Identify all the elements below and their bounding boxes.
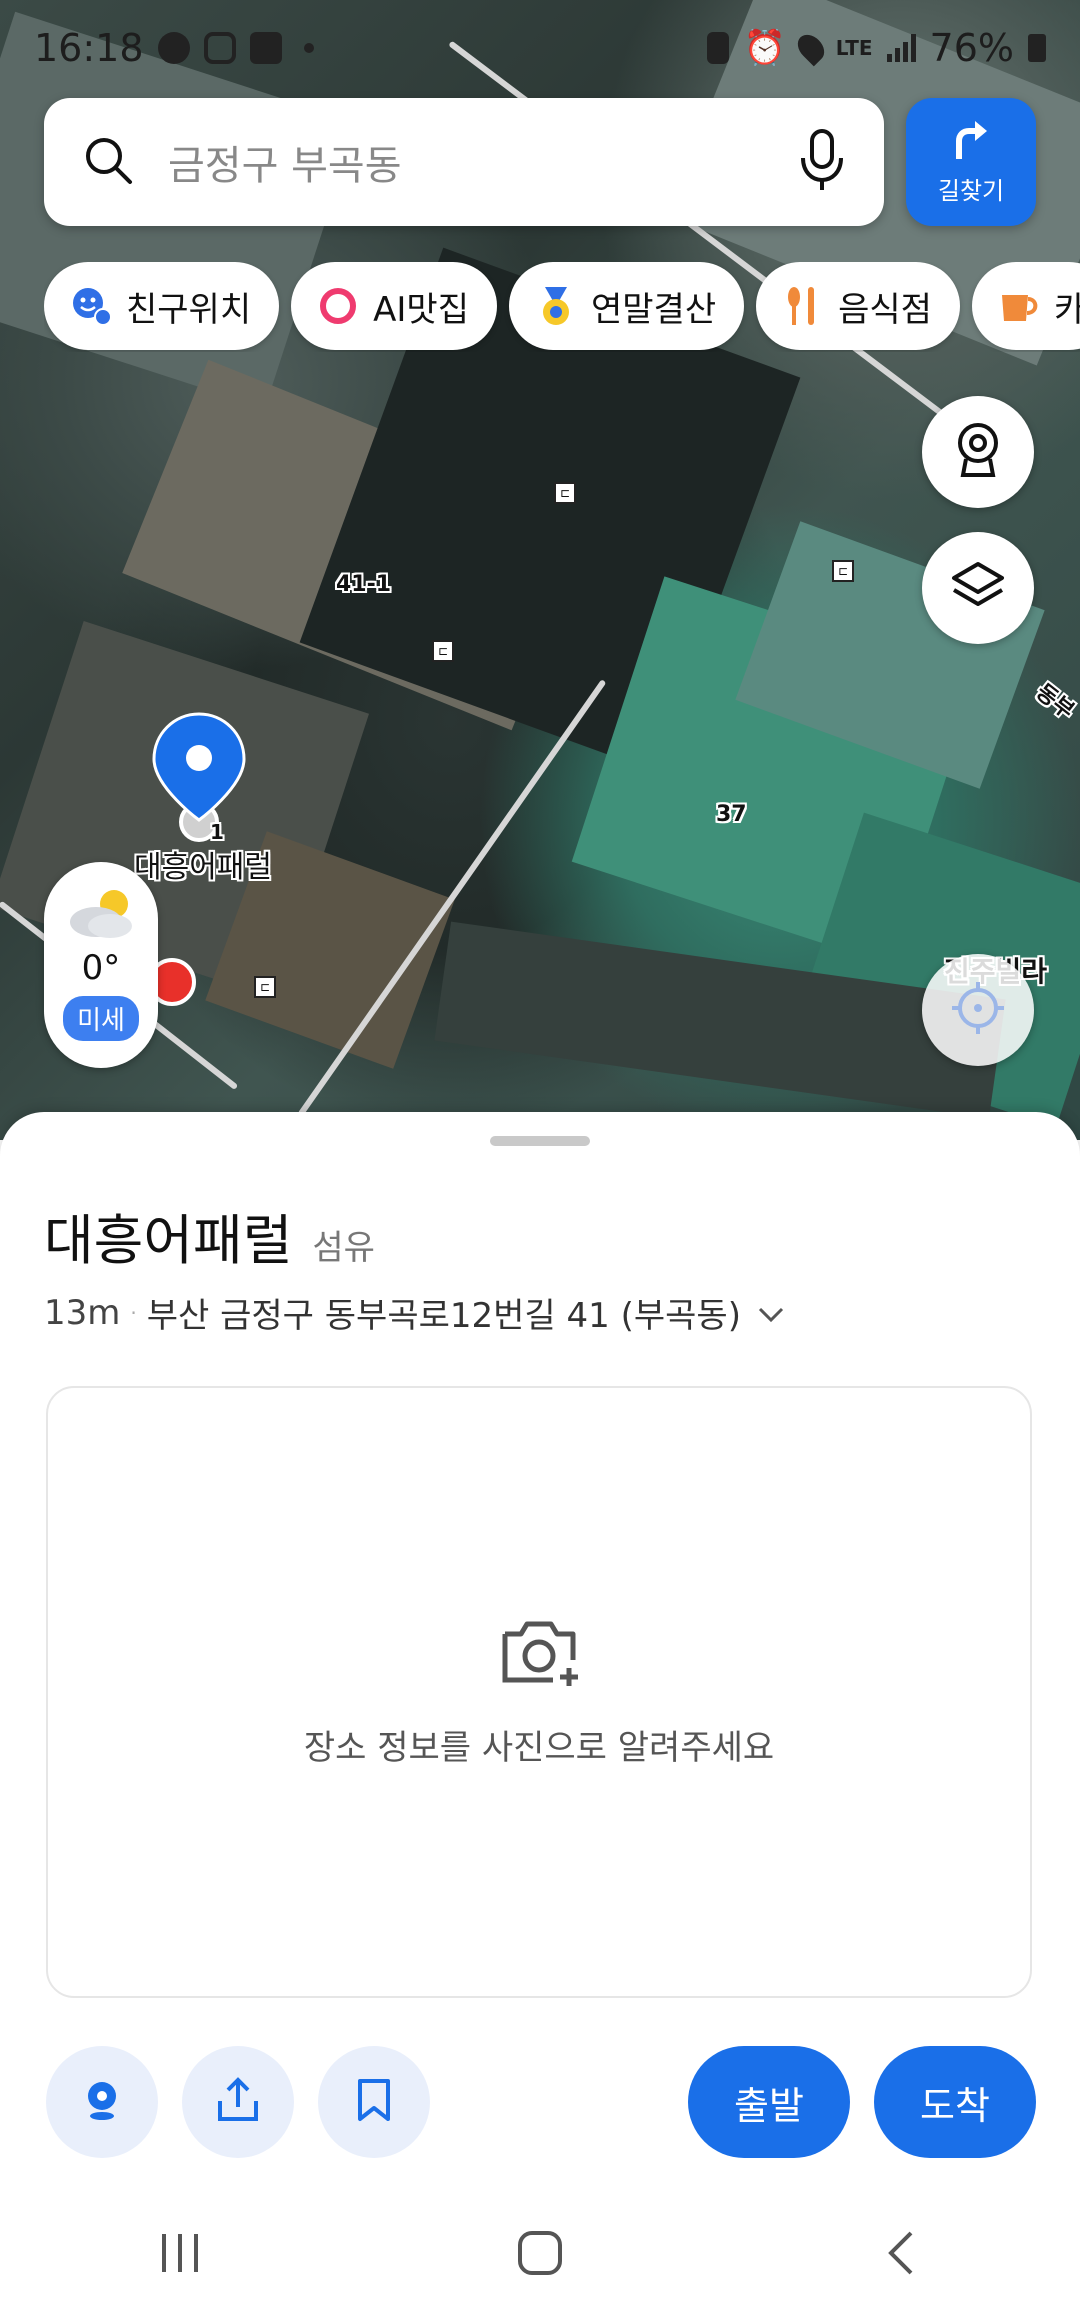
place-address: 부산 금정구 동부곡로12번길 41 (부곡동) (146, 1296, 741, 1336)
chip-year-end-review[interactable]: 연말결산 (508, 262, 745, 350)
search-bar[interactable]: 금정구 부곡동 (44, 98, 884, 226)
address-row[interactable]: 13m · 부산 금정구 동부곡로12번길 41 (부곡동) (44, 1288, 785, 1337)
chip-label: 카 (1053, 289, 1080, 330)
more-notifications-dot (303, 43, 314, 53)
entrance-marker: ⊏ (554, 482, 576, 504)
directions-label: 길찾기 (937, 176, 1005, 205)
category-chips: 친구위치 AI맛집 연말결산 음식점 카 (44, 262, 1080, 352)
fork-knife-icon (782, 285, 824, 327)
battery-percent: 76% (929, 26, 1014, 70)
chip-label: 친구위치 (126, 289, 252, 330)
friend-location-icon (70, 285, 112, 327)
map-lot-label: 37 (716, 802, 747, 827)
separator-dot: · (130, 1300, 137, 1325)
entrance-marker: ⊏ (832, 560, 854, 582)
current-location-button[interactable] (922, 954, 1034, 1066)
chip-label: AI맛집 (373, 289, 469, 330)
arrive-button[interactable]: 도착 (874, 2046, 1036, 2158)
signal-icon (886, 34, 916, 62)
place-title-row: 대흥어패럴 섬유 (44, 1196, 375, 1275)
microphone-icon[interactable] (798, 128, 846, 196)
entrance-marker: ⊏ (254, 976, 276, 998)
weather-widget[interactable]: 0° 미세 (44, 862, 158, 1068)
ai-ring-icon (317, 285, 359, 327)
sheet-drag-handle[interactable] (490, 1136, 590, 1146)
pin-label: 대흥어패럴 (134, 850, 272, 885)
system-navigation-bar (0, 2190, 1080, 2316)
chat-notification-icon (157, 32, 190, 64)
back-icon[interactable] (860, 2223, 940, 2283)
bookmark-icon (356, 2078, 392, 2126)
layers-button[interactable] (922, 532, 1034, 644)
chip-label: 연말결산 (590, 289, 717, 330)
map-lot-label: 41-1 (336, 572, 392, 597)
add-photo-message: 장소 정보를 사진으로 알려주세요 (303, 1727, 775, 1768)
medal-icon (535, 285, 577, 327)
location-status-icon (792, 29, 830, 67)
location-pin[interactable] (152, 712, 246, 852)
place-name: 대흥어패럴 (44, 1209, 293, 1272)
fine-dust-badge: 미세 (63, 996, 139, 1041)
chip-label: 음식점 (838, 289, 932, 330)
layers-icon (950, 560, 1006, 616)
battery-saver-icon (707, 32, 730, 64)
camera-plus-icon (497, 1616, 581, 1692)
place-distance: 13m (44, 1292, 121, 1333)
add-photo-card[interactable]: 장소 정보를 사진으로 알려주세요 (46, 1386, 1032, 1998)
chip-ai-restaurants[interactable]: AI맛집 (291, 262, 497, 350)
bookmark-button[interactable] (318, 2046, 430, 2158)
home-icon[interactable] (500, 2223, 580, 2283)
lte-label: LTE (835, 36, 873, 60)
entrance-marker: ⊏ (432, 640, 454, 662)
temperature: 0° (81, 948, 121, 988)
battery-icon (1028, 34, 1046, 62)
gallery-icon (249, 32, 282, 64)
recent-apps-icon[interactable] (140, 2223, 220, 2283)
share-icon (216, 2077, 260, 2127)
cup-icon (998, 285, 1040, 327)
alarm-icon: ⏰ (743, 28, 786, 68)
place-category: 섬유 (312, 1228, 375, 1268)
directions-button[interactable]: 길찾기 (906, 98, 1036, 226)
chip-restaurants[interactable]: 음식점 (756, 262, 960, 350)
chip-friend-location[interactable]: 친구위치 (44, 262, 280, 350)
share-button[interactable] (182, 2046, 294, 2158)
status-time: 16:18 (34, 26, 144, 70)
cctv-button[interactable] (922, 396, 1034, 508)
chip-cafe[interactable]: 카 (971, 262, 1080, 350)
chevron-down-icon[interactable] (757, 1293, 785, 1333)
partly-cloudy-icon (64, 884, 138, 944)
instagram-icon (203, 32, 236, 64)
status-bar: 16:18 ⏰ LTE 76% (0, 0, 1080, 96)
nearby-button[interactable] (46, 2046, 158, 2158)
place-pin-icon (82, 2078, 122, 2126)
search-icon (82, 134, 134, 190)
crosshair-icon (950, 980, 1006, 1040)
map-road-label: 동부 (1031, 679, 1079, 725)
depart-button[interactable]: 출발 (688, 2046, 850, 2158)
search-input[interactable]: 금정구 부곡동 (168, 133, 798, 191)
cctv-icon (953, 421, 1003, 483)
turn-right-arrow-icon (949, 119, 993, 167)
pin-sub-label: 1 (210, 820, 224, 844)
